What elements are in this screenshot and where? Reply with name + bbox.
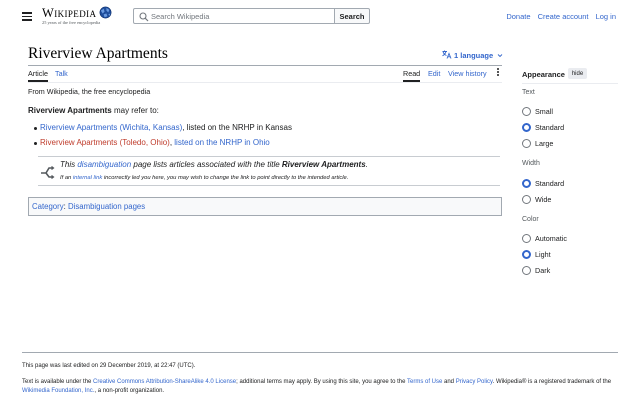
radio-text-standard[interactable]: Standard (522, 123, 564, 132)
radio-label: Large (535, 139, 554, 148)
intro-rest: may refer to: (111, 106, 159, 115)
page-title: Riverview Apartments (28, 45, 168, 62)
create-account-link[interactable]: Create account (538, 12, 589, 21)
radio-color-automatic[interactable]: Automatic (522, 234, 567, 243)
radio-color-dark[interactable]: Dark (522, 266, 550, 275)
disambiguation-list: Riverview Apartments (Wichita, Kansas), … (34, 123, 292, 153)
kebab-menu-icon[interactable] (496, 68, 500, 79)
radio-checked-icon (522, 123, 531, 132)
intro-sentence: Riverview Apartments may refer to: (28, 106, 159, 115)
tab-article[interactable]: Article (28, 69, 48, 82)
radio-label: Automatic (535, 234, 567, 243)
appearance-divider (522, 83, 618, 84)
tab-edit[interactable]: Edit (428, 69, 440, 78)
width-label: Width (522, 160, 540, 167)
language-button[interactable]: 1 language (442, 50, 503, 60)
notice-sub-rest: incorrectly led you here, you may wish t… (102, 175, 349, 181)
radio-label: Standard (535, 123, 565, 132)
list-item: Riverview Apartments (Toledo, Ohio), lis… (34, 138, 292, 147)
radio-unchecked-icon (522, 234, 531, 243)
notice-pre: This (60, 160, 78, 169)
notice-sub-pre: If an (60, 175, 73, 181)
search-icon (139, 12, 149, 22)
category-label-link[interactable]: Category (32, 202, 64, 211)
translate-icon (442, 50, 452, 59)
radio-text-small[interactable]: Small (522, 107, 553, 116)
intro-bold: Riverview Apartments (28, 106, 112, 115)
notice-title: Riverview Apartments (281, 160, 366, 169)
tabs-divider (28, 82, 502, 83)
footer-license: Text is available under the Creative Com… (22, 378, 622, 396)
radio-label: Small (535, 107, 553, 116)
search-button[interactable]: Search (334, 8, 370, 24)
wikipedia-wordmark[interactable]: Wikipedia (42, 6, 96, 21)
appearance-title: Appearance (522, 70, 565, 79)
nrhp-ohio-link[interactable]: listed on the NRHP in Ohio (174, 138, 269, 147)
list-item: Riverview Apartments (Wichita, Kansas), … (34, 123, 292, 132)
language-button-label: 1 language (454, 51, 494, 60)
tab-talk[interactable]: Talk (55, 69, 68, 78)
appearance-hide-button[interactable]: hide (568, 68, 587, 79)
entry-link-toledo[interactable]: Riverview Apartments (Toledo, Ohio) (40, 138, 170, 147)
license-text: , a non-profit organization. (94, 388, 165, 394)
radio-checked-icon (522, 250, 531, 259)
page-tabs: Article Talk Read Edit View history (28, 68, 502, 82)
donate-link[interactable]: Donate (506, 12, 530, 21)
radio-label: Standard (535, 179, 565, 188)
license-text: . Wikipedia® is a registered trademark o… (492, 379, 612, 385)
privacy-policy-link[interactable]: Privacy Policy (456, 379, 493, 385)
radio-label: Wide (535, 195, 552, 204)
radio-width-standard[interactable]: Standard (522, 179, 564, 188)
footer-last-edited: This page was last edited on 29 December… (22, 363, 196, 369)
tab-view-history[interactable]: View history (448, 69, 487, 78)
notice-main-text: This disambiguation page lists articles … (60, 160, 368, 169)
disambiguation-link[interactable]: disambiguation (77, 160, 131, 169)
category-box: Category: Disambiguation pages (28, 197, 502, 216)
wikimedia-foundation-link[interactable]: Wikimedia Foundation, Inc. (22, 388, 94, 394)
notice-end: . (365, 160, 368, 169)
log-in-link[interactable]: Log in (596, 12, 616, 21)
license-text: ; additional terms may apply. By using t… (236, 379, 407, 385)
site-tagline: 25 years of the free encyclopedia (42, 20, 101, 25)
radio-unchecked-icon (522, 266, 531, 275)
tab-read[interactable]: Read (403, 69, 421, 82)
search-input[interactable] (151, 10, 331, 22)
disambiguation-notice: This disambiguation page lists articles … (38, 156, 500, 186)
radio-text-large[interactable]: Large (522, 139, 553, 148)
title-divider (28, 65, 502, 66)
internal-link[interactable]: internal link (73, 175, 102, 181)
hamburger-icon[interactable] (22, 12, 32, 21)
footer-divider (22, 352, 618, 353)
radio-unchecked-icon (522, 107, 531, 116)
chevron-down-icon (497, 54, 503, 58)
disambiguation-icon (41, 166, 55, 179)
radio-checked-icon (522, 179, 531, 188)
search-field[interactable] (133, 8, 335, 24)
radio-unchecked-icon (522, 139, 531, 148)
wordmark-text: Wikipedia (42, 6, 97, 20)
text-size-label: Text (522, 89, 535, 96)
cc-license-link[interactable]: Creative Commons Attribution-ShareAlike … (93, 379, 236, 385)
terms-of-use-link[interactable]: Terms of Use (407, 379, 442, 385)
entry-desc: , listed on the NRHP in Kansas (182, 123, 292, 132)
category-disambiguation-pages[interactable]: Disambiguation pages (68, 202, 145, 211)
license-text: and (442, 379, 456, 385)
radio-label: Dark (535, 266, 551, 275)
radio-label: Light (535, 250, 551, 259)
category-sep: : (63, 202, 66, 211)
notice-sub-text: If an internal link incorrectly led you … (60, 175, 348, 181)
wikipedia-globe-icon[interactable] (98, 5, 113, 20)
personal-tools: Donate Create account Log in (501, 12, 616, 21)
radio-color-light[interactable]: Light (522, 250, 551, 259)
notice-mid: page lists articles associated with the … (131, 160, 282, 169)
radio-unchecked-icon (522, 195, 531, 204)
radio-width-wide[interactable]: Wide (522, 195, 551, 204)
site-sub: From Wikipedia, the free encyclopedia (28, 87, 151, 96)
entry-link-wichita[interactable]: Riverview Apartments (Wichita, Kansas) (40, 123, 182, 132)
color-label: Color (522, 216, 539, 223)
license-text: Text is available under the (22, 379, 94, 385)
